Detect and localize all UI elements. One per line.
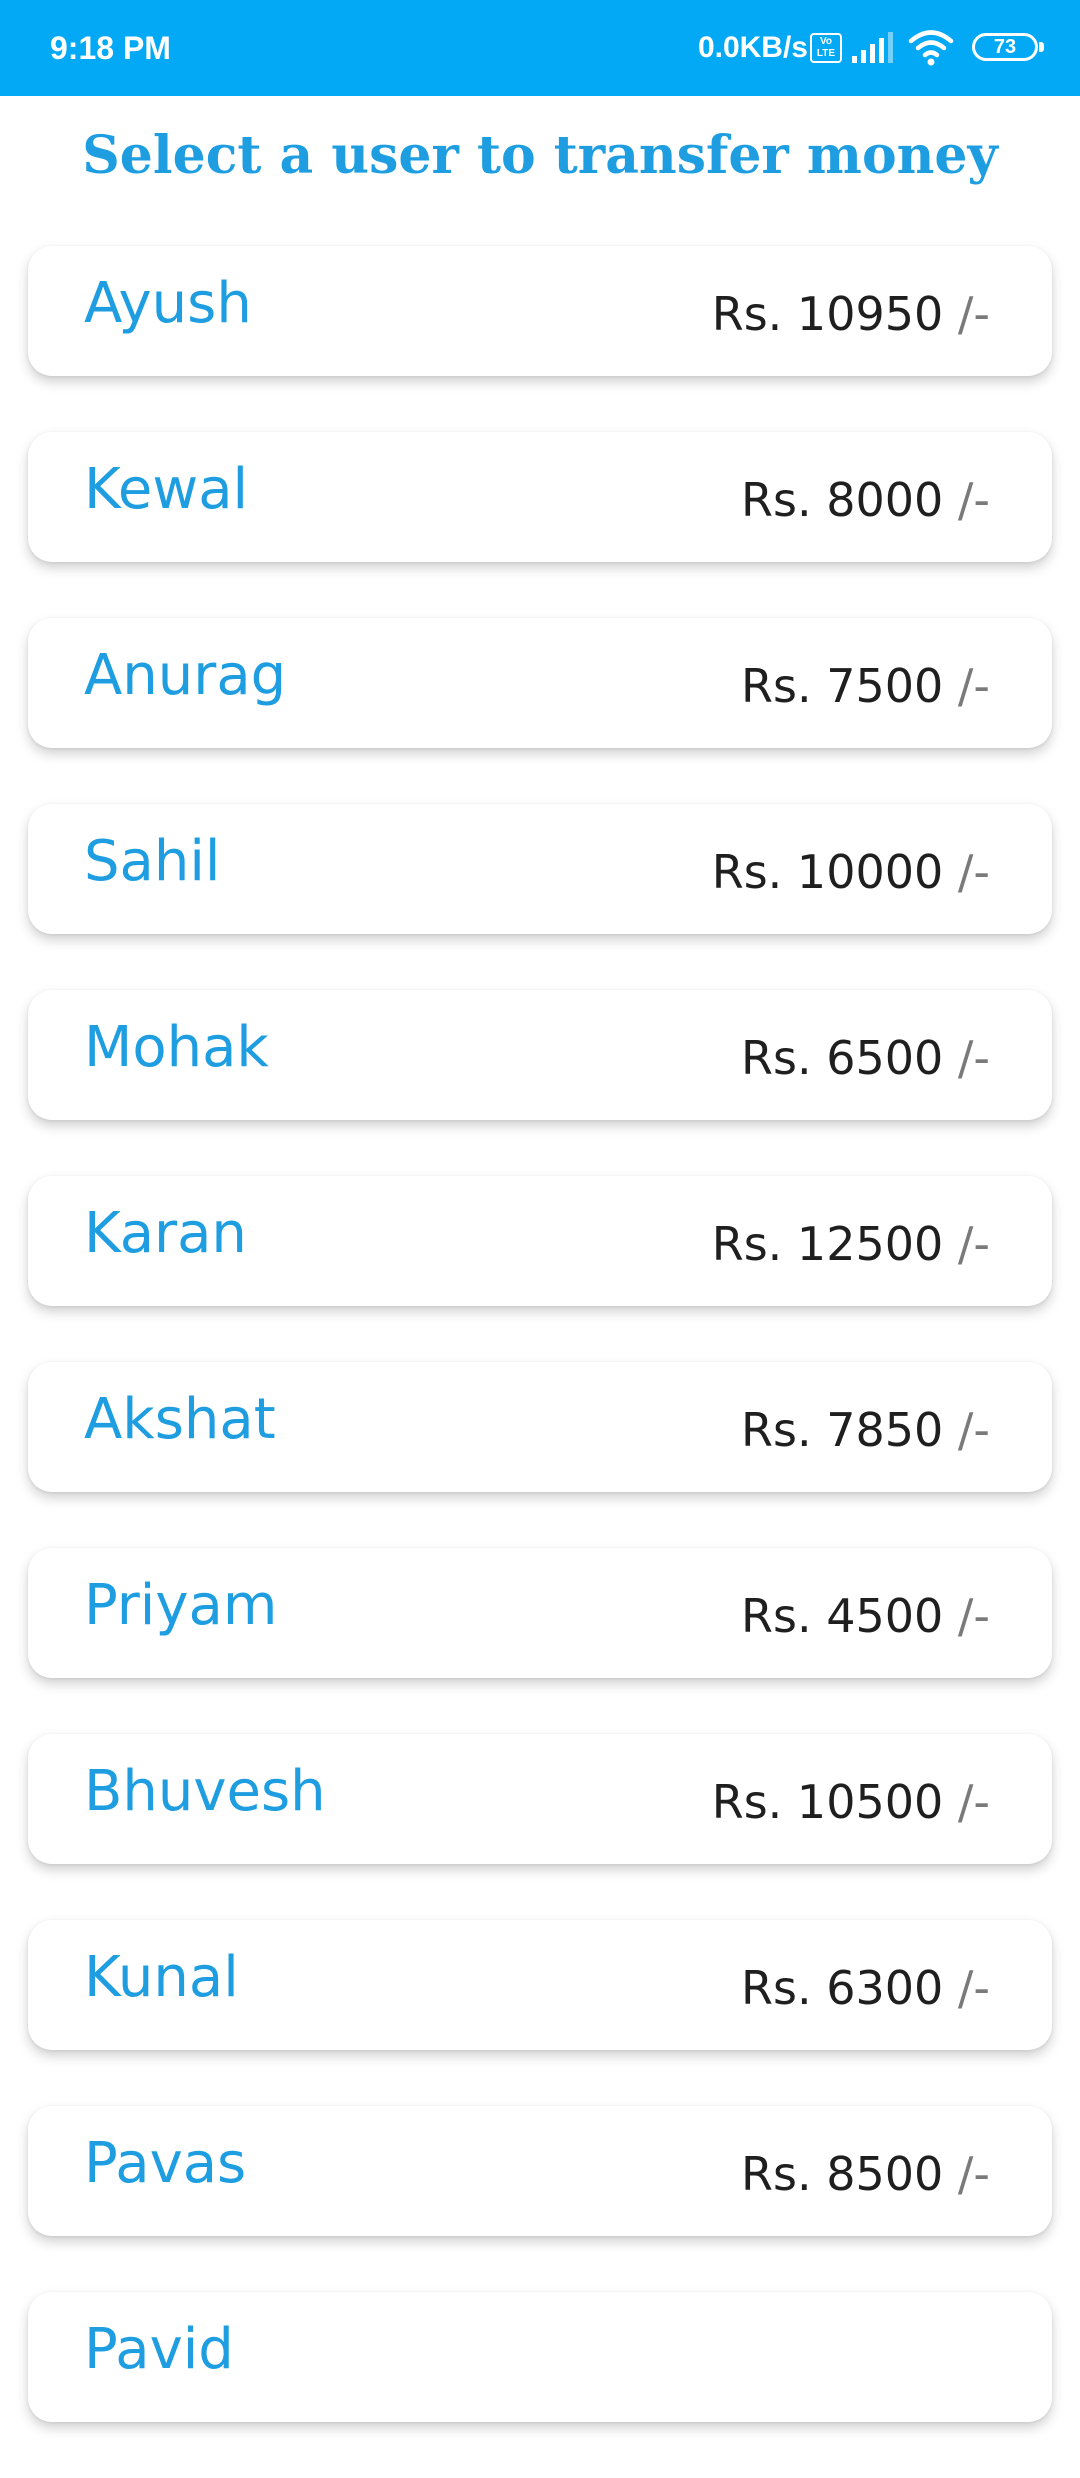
user-balance: Rs. 6300 /- [741,1960,990,2016]
user-balance: Rs. 10950 /- [712,286,990,342]
user-balance: Rs. 10500 /- [712,1774,990,1830]
balance-amount: Rs. 10000 [711,845,944,899]
user-name: Pavid [84,2317,234,2382]
user-name: Kewal [84,457,249,522]
user-balance: Rs. 12500 /- [712,1216,990,1272]
user-balance: Rs. 10000 /- [712,844,990,900]
user-name: Kunal [84,1945,239,2010]
network-speed: 0.0KB/s [697,31,808,64]
balance-suffix: /- [957,1775,990,1829]
user-name: Pavas [84,2131,247,2196]
balance-suffix: /- [957,1403,990,1457]
user-card[interactable]: Bhuvesh Rs. 10500 /- [28,1734,1052,1864]
user-list: Ayush Rs. 10950 /- Kewal Rs. 8000 /- Anu… [28,246,1052,2478]
balance-suffix: /- [957,1961,990,2015]
user-card[interactable]: Kewal Rs. 8000 /- [28,432,1052,562]
balance-amount: Rs. 4500 [741,1589,944,1643]
user-card[interactable]: Pavas Rs. 8500 /- [28,2106,1052,2236]
user-card[interactable]: Priyam Rs. 4500 /- [28,1548,1052,1678]
balance-amount: Rs. 6300 [741,1961,944,2015]
user-name: Mohak [84,1015,269,1080]
user-name: Sahil [84,829,221,894]
user-name: Karan [84,1201,247,1266]
balance-amount: Rs. 8500 [741,2147,944,2201]
balance-amount: Rs. 10950 [711,287,944,341]
balance-suffix: /- [957,287,990,341]
balance-amount: Rs. 6500 [741,1031,944,1085]
user-name: Akshat [84,1387,276,1452]
user-card[interactable]: Akshat Rs. 7850 /- [28,1362,1052,1492]
user-card[interactable]: Karan Rs. 12500 /- [28,1176,1052,1306]
user-balance: Rs. 8000 /- [741,472,990,528]
user-name: Ayush [84,271,252,336]
balance-suffix: /- [957,845,990,899]
battery-tip [1039,42,1044,52]
user-card[interactable]: Ayush Rs. 10950 /- [28,246,1052,376]
balance-suffix: /- [957,659,990,713]
balance-suffix: /- [957,1031,990,1085]
user-balance: Rs. 8500 /- [741,2146,990,2202]
user-balance: Rs. 4500 /- [741,1588,990,1644]
balance-suffix: /- [957,473,990,527]
user-balance: Rs. 7500 /- [741,658,990,714]
balance-amount: Rs. 10500 [711,1775,944,1829]
balance-amount: Rs. 12500 [711,1217,944,1271]
user-card[interactable]: Anurag Rs. 7500 /- [28,618,1052,748]
balance-suffix: /- [957,1217,990,1271]
status-bar: 9:18 PM 0.0KB/s Vo LTE 73 [0,0,1080,96]
user-name: Bhuvesh [84,1759,326,1824]
volte-icon: Vo LTE [810,33,842,63]
page-title: Select a user to transfer money [82,125,998,186]
battery-icon: 73 [972,33,1038,61]
user-card[interactable]: Pavid [28,2292,1052,2422]
wifi-icon [908,30,954,66]
status-time: 9:18 PM [50,30,171,66]
user-balance: Rs. 7850 /- [741,1402,990,1458]
user-card[interactable]: Kunal Rs. 6300 /- [28,1920,1052,2050]
balance-amount: Rs. 7500 [741,659,944,713]
balance-suffix: /- [957,2147,990,2201]
balance-amount: Rs. 7850 [741,1403,944,1457]
balance-suffix: /- [957,1589,990,1643]
balance-amount: Rs. 8000 [741,473,944,527]
user-name: Anurag [84,643,287,708]
user-name: Priyam [84,1573,278,1638]
user-card[interactable]: Sahil Rs. 10000 /- [28,804,1052,934]
user-balance: Rs. 6500 /- [741,1030,990,1086]
signal-icon [852,32,893,63]
battery-level: 73 [993,36,1017,58]
user-card[interactable]: Mohak Rs. 6500 /- [28,990,1052,1120]
